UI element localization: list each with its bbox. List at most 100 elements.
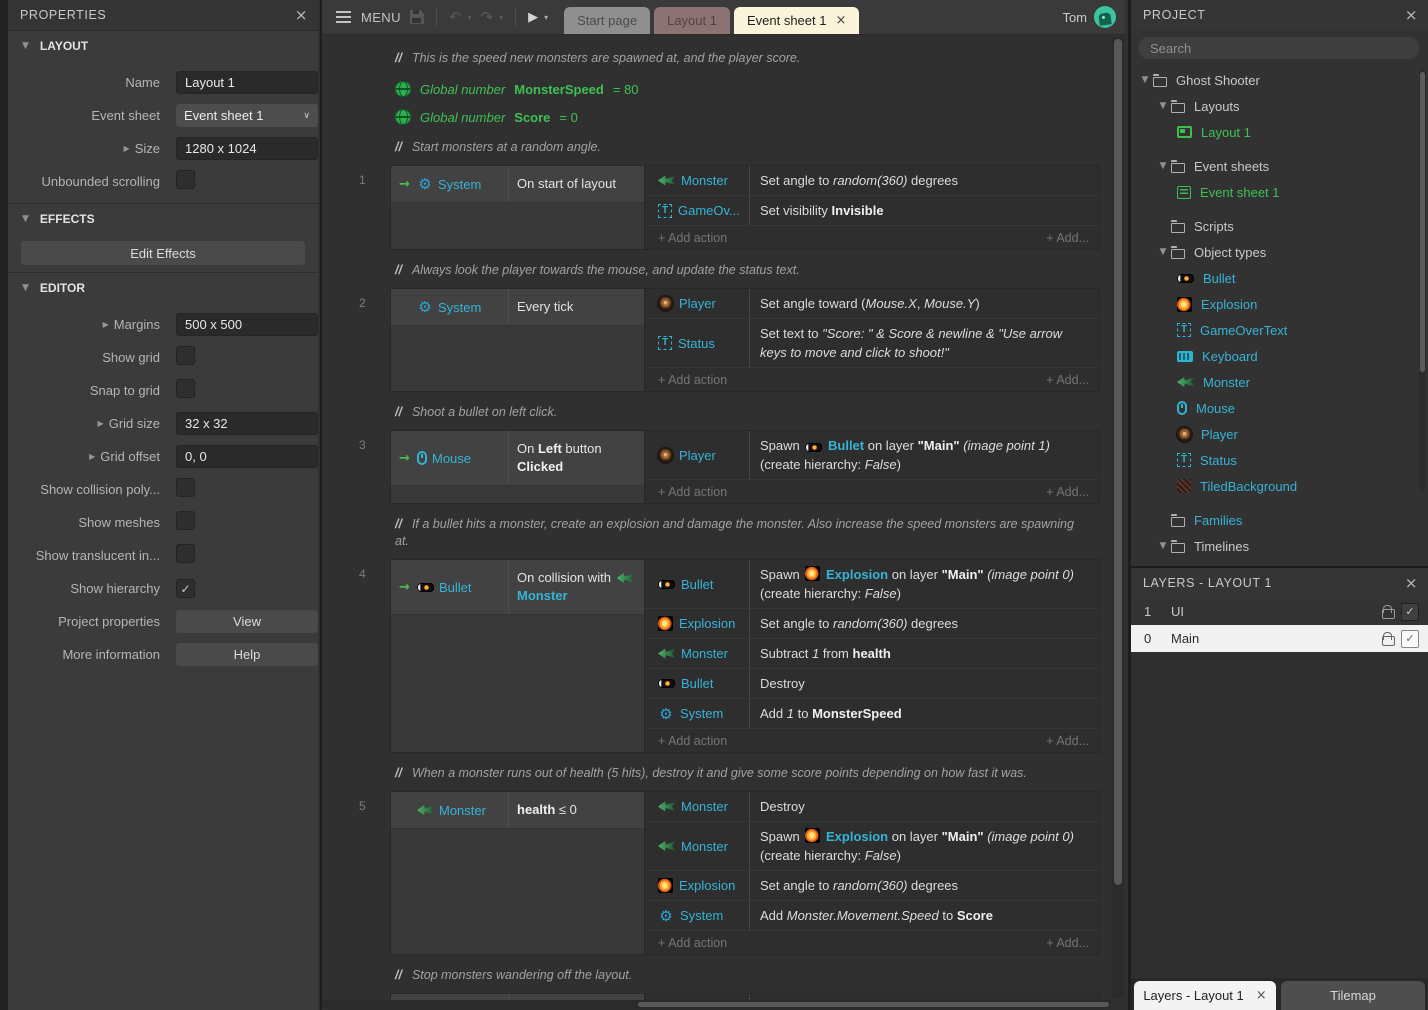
- tab-layout-1[interactable]: Layout 1: [654, 7, 730, 34]
- close-icon[interactable]: ×: [1256, 988, 1267, 1003]
- action-text[interactable]: Add Monster.Movement.Speed to Score: [749, 901, 1099, 930]
- action-row[interactable]: Monster Destroy: [645, 792, 1099, 822]
- tree-item-families[interactable]: Families: [1131, 507, 1428, 533]
- action-row[interactable]: Status Set text to "Score: " & Score & n…: [645, 319, 1099, 368]
- size-input[interactable]: [176, 137, 318, 160]
- expand-arrow-icon[interactable]: ▶: [89, 452, 95, 461]
- action-text[interactable]: Spawn Bullet on layer "Main" (image poin…: [749, 431, 1099, 479]
- action-text[interactable]: Set visibility Invisible: [749, 196, 1099, 225]
- scrollbar-thumb[interactable]: [1420, 72, 1425, 372]
- action-text[interactable]: Set angle to random(360) degrees: [749, 871, 1099, 900]
- condition-text[interactable]: health ≤ 0: [509, 792, 644, 828]
- show-translucent-checkbox[interactable]: [176, 544, 195, 563]
- tree-item-gameovertext[interactable]: GameOverText: [1131, 317, 1428, 343]
- tree-item-player[interactable]: Player: [1131, 421, 1428, 447]
- conditions-column[interactable]: Monster health ≤ 0: [391, 792, 645, 954]
- conditions-column[interactable]: → Mouse On Left button Clicked: [391, 431, 645, 503]
- scrollbar-thumb[interactable]: [1114, 39, 1122, 885]
- tree-item-partial[interactable]: [1131, 559, 1428, 566]
- section-editor[interactable]: ▼ EDITOR: [8, 272, 318, 303]
- conditions-column[interactable]: → System On start of layout: [391, 166, 645, 249]
- help-button[interactable]: Help: [176, 643, 318, 666]
- vertical-scrollbar[interactable]: [1112, 37, 1124, 998]
- view-button[interactable]: View: [176, 610, 318, 633]
- undo-icon[interactable]: ↶: [449, 10, 462, 25]
- action-row[interactable]: Monster Set angle to random(360) degrees: [645, 166, 1099, 196]
- action-text[interactable]: Set text to "Score: " & Score & newline …: [749, 319, 1099, 367]
- action-text[interactable]: Subtract 1 from health: [749, 639, 1099, 668]
- tree-item-layouts[interactable]: ▼Layouts: [1131, 93, 1428, 119]
- project-scrollbar[interactable]: [1419, 70, 1426, 490]
- comment[interactable]: //Shoot a bullet on left click.: [395, 404, 1087, 421]
- grid-offset-input[interactable]: [176, 445, 318, 468]
- close-icon[interactable]: ×: [1405, 6, 1418, 24]
- unlock-icon[interactable]: [1382, 632, 1394, 646]
- action-text[interactable]: Set angle to random(360) degrees: [749, 609, 1099, 638]
- tree-item-bullet[interactable]: Bullet: [1131, 265, 1428, 291]
- tree-item-status[interactable]: Status: [1131, 447, 1428, 473]
- tree-item-keyboard[interactable]: Keyboard: [1131, 343, 1428, 369]
- tab-tilemap[interactable]: Tilemap: [1281, 981, 1425, 1010]
- chevron-down-icon[interactable]: ▼: [1155, 101, 1171, 111]
- action-row[interactable]: GameOv... Set visibility Invisible: [645, 196, 1099, 226]
- event-sheet-dropdown[interactable]: Event sheet 1 ∨: [176, 104, 318, 127]
- tree-item-mouse[interactable]: Mouse: [1131, 395, 1428, 421]
- scrollbar-thumb[interactable]: [638, 1002, 1109, 1007]
- action-row[interactable]: Player Spawn Bullet on layer "Main" (ima…: [645, 431, 1099, 480]
- conditions-column[interactable]: → Bullet On collision with Monster: [391, 560, 645, 752]
- unbounded-scrolling-checkbox[interactable]: [176, 170, 195, 189]
- horizontal-scrollbar[interactable]: [322, 1000, 1111, 1009]
- add-action-link[interactable]: + Add action: [658, 936, 727, 950]
- margins-input[interactable]: [176, 313, 318, 336]
- action-row[interactable]: Explosion Set angle to random(360) degre…: [645, 871, 1099, 901]
- expand-arrow-icon[interactable]: ▶: [103, 320, 109, 329]
- chevron-down-icon[interactable]: ▼: [1155, 161, 1171, 171]
- comment[interactable]: //Stop monsters wandering off the layout…: [395, 967, 1087, 984]
- comment[interactable]: //This is the speed new monsters are spa…: [395, 50, 1087, 67]
- save-icon[interactable]: [410, 10, 424, 24]
- tree-item-explosion[interactable]: Explosion: [1131, 291, 1428, 317]
- tab-layers-layout-1[interactable]: Layers - Layout 1 ×: [1134, 981, 1276, 1010]
- layer-row-ui[interactable]: 1 UI ✓: [1131, 598, 1428, 625]
- action-row[interactable]: Monster Spawn Explosion on layer "Main" …: [645, 822, 1099, 871]
- edit-effects-button[interactable]: Edit Effects: [21, 241, 305, 265]
- show-collision-checkbox[interactable]: [176, 478, 195, 497]
- tree-item-scripts[interactable]: Scripts: [1131, 213, 1428, 239]
- tree-item-layout-1[interactable]: Layout 1: [1131, 119, 1428, 145]
- action-text[interactable]: Destroy: [749, 669, 1099, 698]
- action-text[interactable]: Add 1 to MonsterSpeed: [749, 699, 1099, 728]
- condition-text[interactable]: On collision with Monster: [509, 560, 644, 614]
- layer-visibility-checkbox[interactable]: ✓: [1401, 630, 1419, 648]
- global-variable-row[interactable]: Global number Score = 0: [395, 104, 1100, 130]
- unlock-icon[interactable]: [1382, 605, 1394, 619]
- show-grid-checkbox[interactable]: [176, 346, 195, 365]
- action-text[interactable]: Spawn Explosion on layer "Main" (image p…: [749, 560, 1099, 608]
- tree-item-ghost-shooter[interactable]: ▼Ghost Shooter: [1131, 67, 1428, 93]
- action-text[interactable]: Spawn Explosion on layer "Main" (image p…: [749, 822, 1099, 870]
- action-row[interactable]: Explosion Set angle to random(360) degre…: [645, 609, 1099, 639]
- action-row[interactable]: System Add Monster.Movement.Speed to Sco…: [645, 901, 1099, 931]
- user-account[interactable]: Tom: [1062, 0, 1125, 34]
- undo-dropdown-icon[interactable]: ▾: [467, 13, 471, 22]
- snap-to-grid-checkbox[interactable]: [176, 379, 195, 398]
- expand-arrow-icon[interactable]: ▶: [98, 419, 104, 428]
- action-text[interactable]: Set angle toward (Mouse.X, Mouse.Y): [749, 289, 1099, 318]
- action-row[interactable]: Monster Subtract 1 from health: [645, 639, 1099, 669]
- expand-arrow-icon[interactable]: ▶: [124, 144, 130, 153]
- action-text[interactable]: Set angle to random(360) degrees: [749, 166, 1099, 195]
- search-input[interactable]: [1138, 41, 1419, 56]
- add-more-link[interactable]: + Add...: [1046, 485, 1089, 499]
- action-row[interactable]: System Add 1 to MonsterSpeed: [645, 699, 1099, 729]
- preview-play-icon[interactable]: ▶: [528, 10, 538, 25]
- condition-text[interactable]: On Left button Clicked: [509, 431, 644, 485]
- comment[interactable]: //If a bullet hits a monster, create an …: [395, 516, 1087, 550]
- tree-item-event-sheets[interactable]: ▼Event sheets: [1131, 153, 1428, 179]
- show-hierarchy-checkbox[interactable]: ✓: [176, 579, 195, 598]
- tree-item-object-types[interactable]: ▼Object types: [1131, 239, 1428, 265]
- add-action-link[interactable]: + Add action: [658, 485, 727, 499]
- tree-item-event-sheet-1[interactable]: Event sheet 1: [1131, 179, 1428, 205]
- add-action-link[interactable]: + Add action: [658, 734, 727, 748]
- add-action-link[interactable]: + Add action: [658, 231, 727, 245]
- chevron-down-icon[interactable]: ▼: [1155, 247, 1171, 257]
- redo-icon[interactable]: ↷: [480, 10, 493, 25]
